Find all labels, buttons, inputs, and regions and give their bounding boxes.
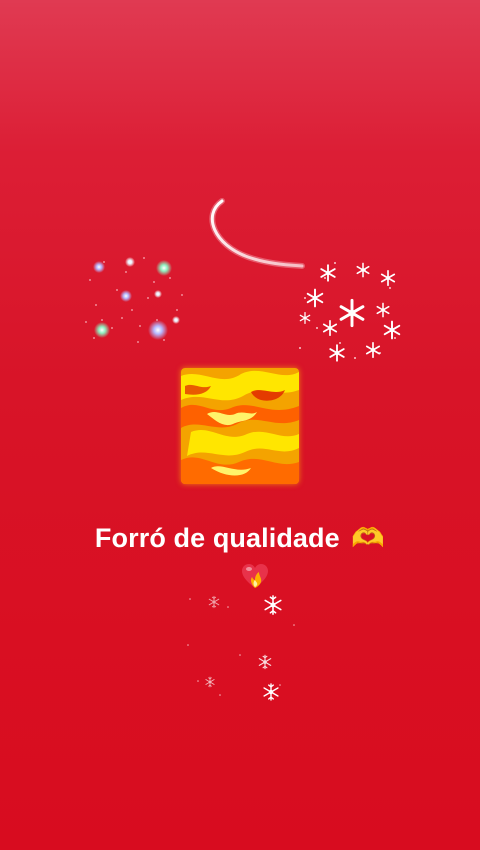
caption-text: Forró de qualidade [94,523,340,553]
fire-square-sticker [181,368,299,484]
story-canvas: Forró de qualidade 🫶 [0,0,480,850]
fireworks-sticker [85,257,183,343]
comet-sticker [209,198,305,269]
snowflakes-sticker [299,262,401,362]
heart-hands-icon: 🫶 [351,523,386,554]
falling-snowflakes-sticker [187,595,295,701]
story-caption: Forró de qualidade 🫶 [0,520,480,557]
